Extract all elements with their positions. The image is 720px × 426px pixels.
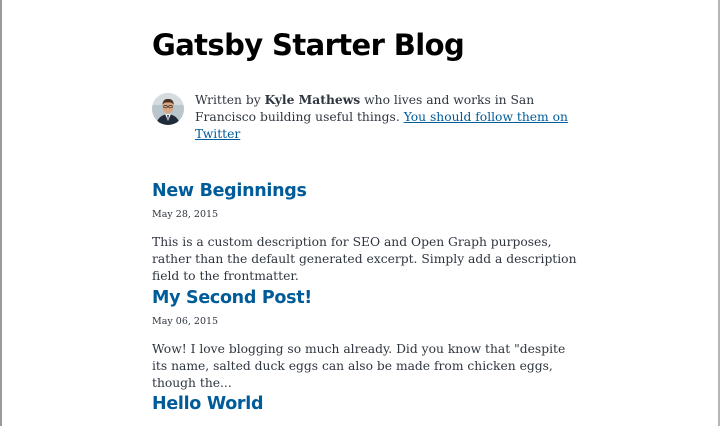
post-item: New Beginnings May 28, 2015 This is a cu… — [152, 180, 582, 285]
post-date: May 06, 2015 — [152, 316, 219, 327]
bio-author-name: Kyle Mathews — [264, 92, 361, 107]
post-title-link[interactable]: Hello World — [152, 393, 582, 415]
bio-prefix: Written by — [195, 93, 265, 107]
post-item: Hello World — [152, 393, 582, 415]
bio-text: Written by Kyle Mathews who lives and wo… — [195, 91, 582, 143]
site-title[interactable]: Gatsby Starter Blog — [152, 26, 465, 64]
post-title-link[interactable]: My Second Post! — [152, 287, 582, 309]
post-item: My Second Post! May 06, 2015 Wow! I love… — [152, 287, 582, 392]
post-excerpt: This is a custom description for SEO and… — [152, 235, 577, 283]
window-left-border — [0, 0, 2, 426]
avatar-photo-icon — [152, 93, 184, 125]
post-date: May 28, 2015 — [152, 209, 219, 220]
author-bio: Written by Kyle Mathews who lives and wo… — [152, 91, 582, 143]
post-excerpt: Wow! I love blogging so much already. Di… — [152, 342, 566, 390]
post-title-link[interactable]: New Beginnings — [152, 180, 582, 202]
author-avatar — [152, 93, 184, 125]
